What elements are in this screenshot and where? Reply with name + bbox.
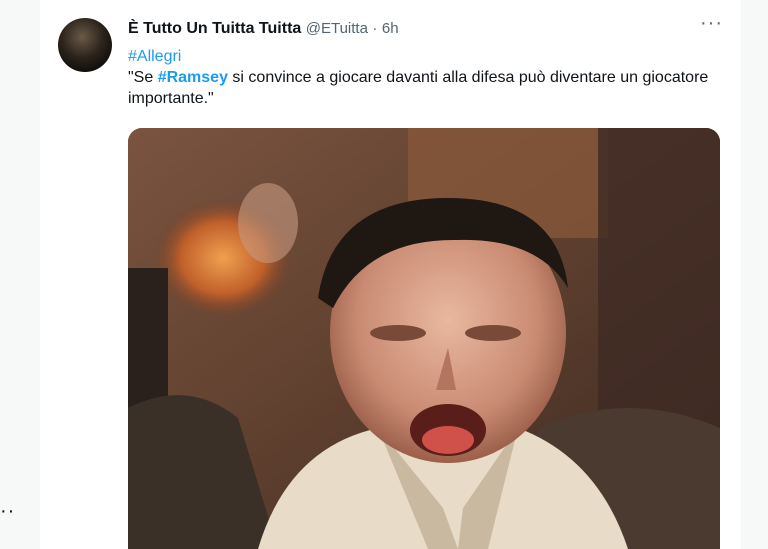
display-name[interactable]: È Tutto Un Tuitta Tuitta [128,20,301,37]
left-panel-edge: ·· [0,0,40,549]
hashtag-allegri[interactable]: #Allegri [128,48,181,65]
hashtag-ramsey[interactable]: #Ramsey [158,69,228,86]
separator: · [372,20,378,37]
tweet-media-image[interactable] [128,128,720,549]
avatar[interactable] [58,18,112,72]
right-panel-edge [741,0,768,549]
tweet-text: #Allegri "Se #Ramsey si convince a gioca… [128,46,718,109]
timestamp[interactable]: 6h [382,20,399,37]
tweet-header: È Tutto Un Tuitta Tuitta @ETuitta · 6h [128,20,399,38]
gif-image [128,128,720,549]
user-handle[interactable]: @ETuitta [306,20,368,37]
left-more-icon[interactable]: ·· [0,500,15,523]
more-options-icon[interactable]: ··· [700,12,723,35]
text-prefix: "Se [128,69,158,86]
